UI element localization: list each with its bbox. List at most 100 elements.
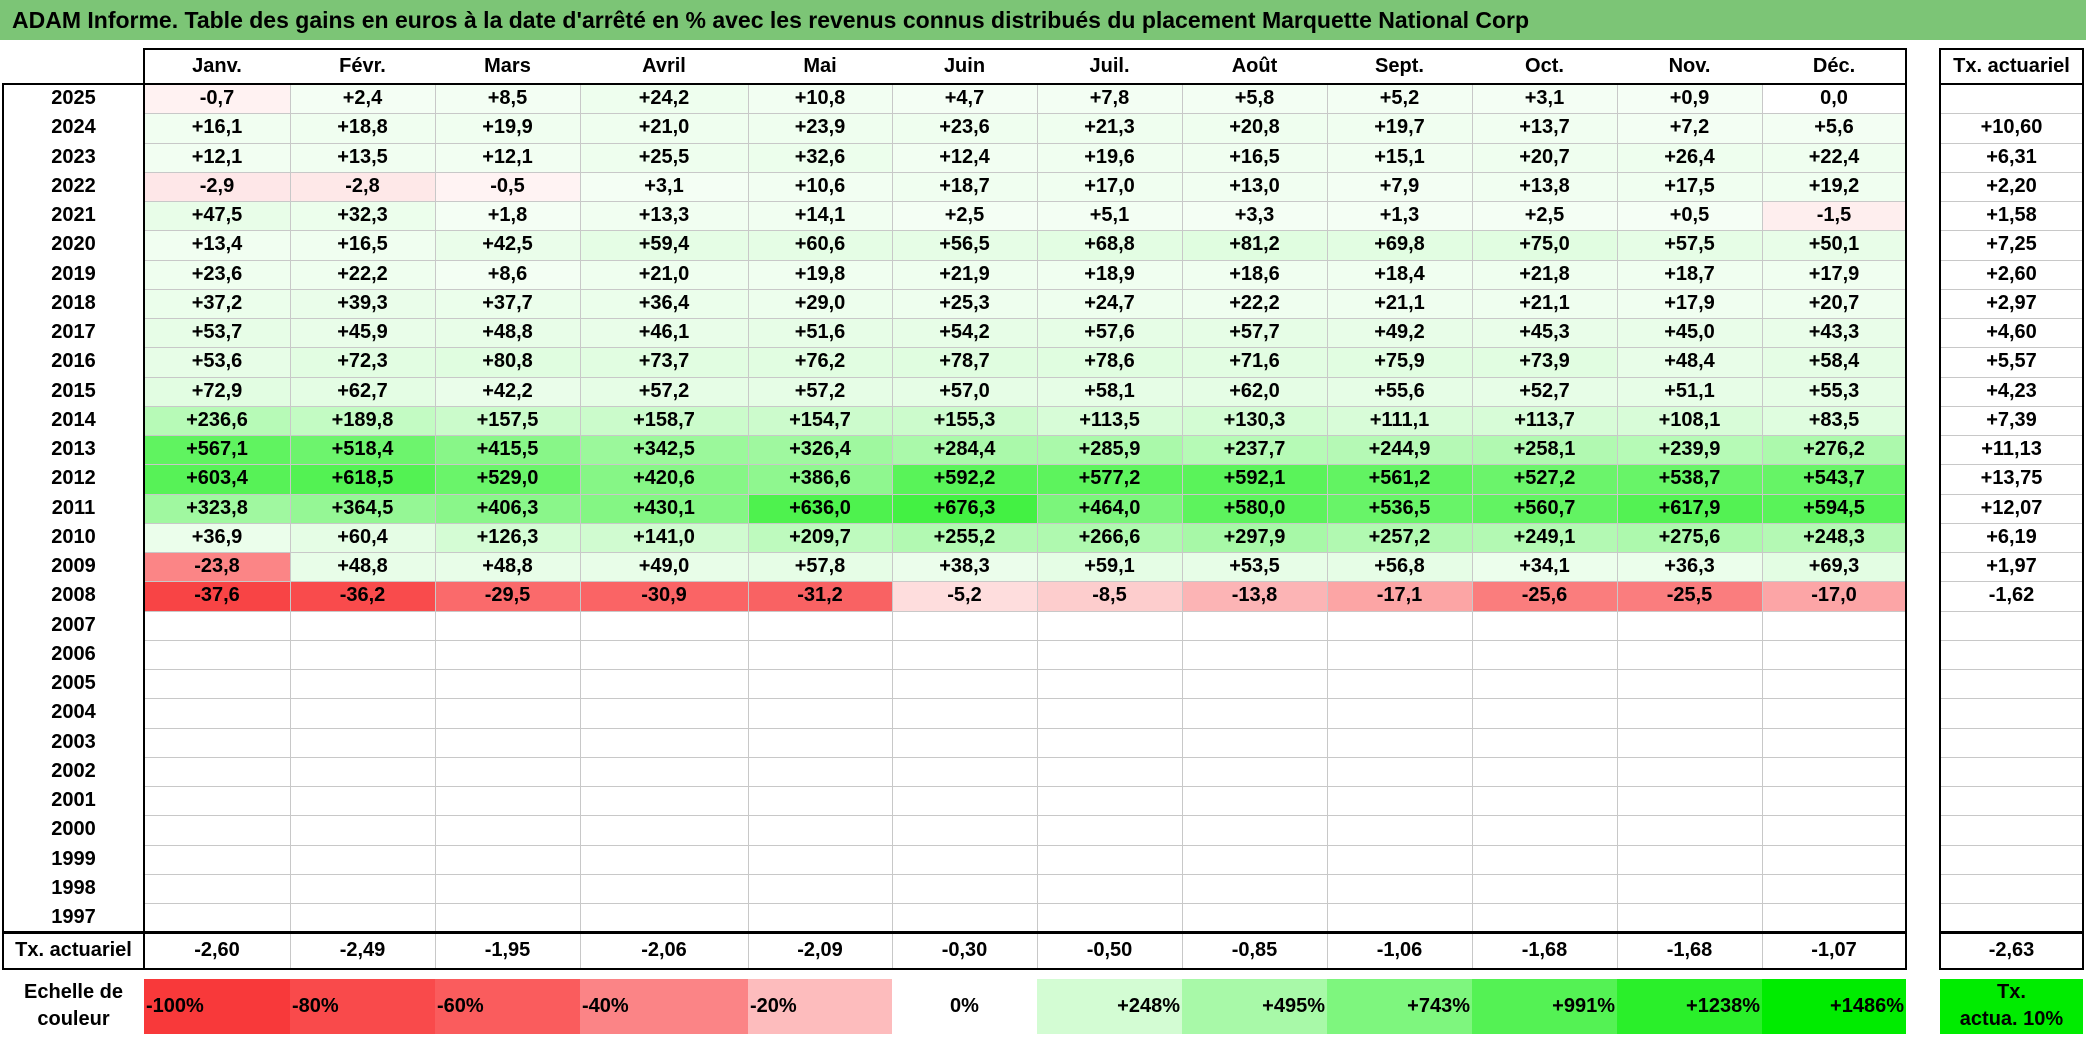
table-cell: +158,7 xyxy=(580,405,748,435)
col-divider xyxy=(435,83,436,933)
table-cell xyxy=(1327,728,1472,757)
year-label: 2020 xyxy=(51,233,96,256)
table-cell: +406,3 xyxy=(435,493,580,523)
table-cell: +71,6 xyxy=(1182,347,1327,377)
table-cell xyxy=(1037,815,1182,844)
table-cell xyxy=(290,698,435,727)
table-cell: +189,8 xyxy=(290,405,435,435)
table-cell xyxy=(1182,874,1327,903)
color-scale-step: -80% xyxy=(290,979,435,1034)
table-cell: +20,8 xyxy=(1182,113,1327,143)
table-cell xyxy=(1472,874,1617,903)
table-cell: +73,7 xyxy=(580,347,748,377)
table-cell xyxy=(1762,786,1906,815)
table-cell: +2,5 xyxy=(1472,201,1617,231)
summary-cell: -0,50 xyxy=(1086,939,1133,961)
table-cell: +249,1 xyxy=(1472,522,1617,552)
row-divider xyxy=(1940,113,2083,114)
color-scale-step: +248% xyxy=(1037,979,1182,1034)
table-cell: +237,7 xyxy=(1182,435,1327,465)
table-cell: +4,7 xyxy=(892,84,1037,114)
table-cell: +38,3 xyxy=(892,552,1037,582)
table-cell: +36,9 xyxy=(144,522,290,552)
table-cell: -25,5 xyxy=(1617,581,1762,611)
table-cell xyxy=(1182,786,1327,815)
table-cell xyxy=(580,874,748,903)
table-cell: +32,3 xyxy=(290,201,435,231)
table-border xyxy=(1905,48,1907,933)
table-cell: +78,6 xyxy=(1037,347,1182,377)
table-cell xyxy=(1762,611,1906,640)
table-cell: +18,9 xyxy=(1037,259,1182,289)
col-divider xyxy=(1327,932,1328,968)
table-cell: +10,8 xyxy=(748,84,892,114)
table-cell: +244,9 xyxy=(1327,435,1472,465)
table-cell: +284,4 xyxy=(892,435,1037,465)
color-scale-step: +991% xyxy=(1472,979,1617,1034)
table-cell: +592,2 xyxy=(892,464,1037,494)
table-cell: +1,3 xyxy=(1327,201,1472,231)
table-cell: -0,7 xyxy=(144,84,290,114)
row-divider xyxy=(1940,786,2083,787)
table-cell: +21,3 xyxy=(1037,113,1182,143)
table-cell: +56,5 xyxy=(892,230,1037,260)
table-cell: +54,2 xyxy=(892,318,1037,348)
tx-cell: +11,13 xyxy=(1981,438,2042,460)
table-cell xyxy=(435,815,580,844)
tx-cell: +1,97 xyxy=(1986,555,2037,577)
table-cell: +22,4 xyxy=(1762,142,1906,172)
table-cell xyxy=(892,815,1037,844)
table-border xyxy=(143,48,1907,50)
table-cell: +50,1 xyxy=(1762,230,1906,260)
table-cell xyxy=(748,698,892,727)
table-cell xyxy=(1762,640,1906,669)
table-cell: +39,3 xyxy=(290,288,435,318)
table-cell xyxy=(1617,786,1762,815)
row-divider xyxy=(1940,581,2083,582)
table-cell xyxy=(1182,757,1327,786)
table-cell xyxy=(1037,640,1182,669)
color-scale-step: -60% xyxy=(435,979,580,1034)
table-cell: +53,6 xyxy=(144,347,290,377)
table-cell xyxy=(1327,874,1472,903)
table-cell: +72,9 xyxy=(144,376,290,406)
table-border xyxy=(1939,83,2084,85)
year-label: 2002 xyxy=(51,759,96,782)
table-cell: +10,6 xyxy=(748,171,892,201)
table-cell xyxy=(1617,757,1762,786)
color-scale-tx-line1: Tx. xyxy=(1997,981,2026,1003)
col-divider xyxy=(1327,83,1328,933)
year-label: 2010 xyxy=(51,525,96,548)
year-label: 2021 xyxy=(51,204,96,226)
table-cell: +49,2 xyxy=(1327,318,1472,348)
table-cell: +13,8 xyxy=(1472,171,1617,201)
year-label: 2018 xyxy=(51,291,96,314)
summary-cell: -1,07 xyxy=(1811,939,1857,961)
table-cell: +3,1 xyxy=(580,171,748,201)
tx-cell: +7,39 xyxy=(1986,408,2037,431)
table-cell: +58,4 xyxy=(1762,347,1906,377)
table-cell: +141,0 xyxy=(580,522,748,552)
row-divider xyxy=(144,494,1906,495)
table-cell xyxy=(580,669,748,698)
row-divider xyxy=(1940,523,2083,524)
table-cell: +430,1 xyxy=(580,493,748,523)
table-cell xyxy=(1472,757,1617,786)
tx-cell: +6,19 xyxy=(1986,525,2037,548)
table-cell xyxy=(290,669,435,698)
tx-cell xyxy=(1940,845,2083,874)
table-cell: +676,3 xyxy=(892,493,1037,523)
table-cell: +24,2 xyxy=(580,84,748,114)
table-cell xyxy=(435,786,580,815)
row-divider xyxy=(1940,377,2083,378)
table-cell xyxy=(144,786,290,815)
table-cell xyxy=(1037,757,1182,786)
table-cell: +62,0 xyxy=(1182,376,1327,406)
table-cell xyxy=(580,611,748,640)
row-divider xyxy=(1940,201,2083,202)
table-cell xyxy=(290,874,435,903)
table-cell: +154,7 xyxy=(748,405,892,435)
table-cell: +55,6 xyxy=(1327,376,1472,406)
col-divider xyxy=(1617,932,1618,968)
row-divider xyxy=(1940,435,2083,436)
